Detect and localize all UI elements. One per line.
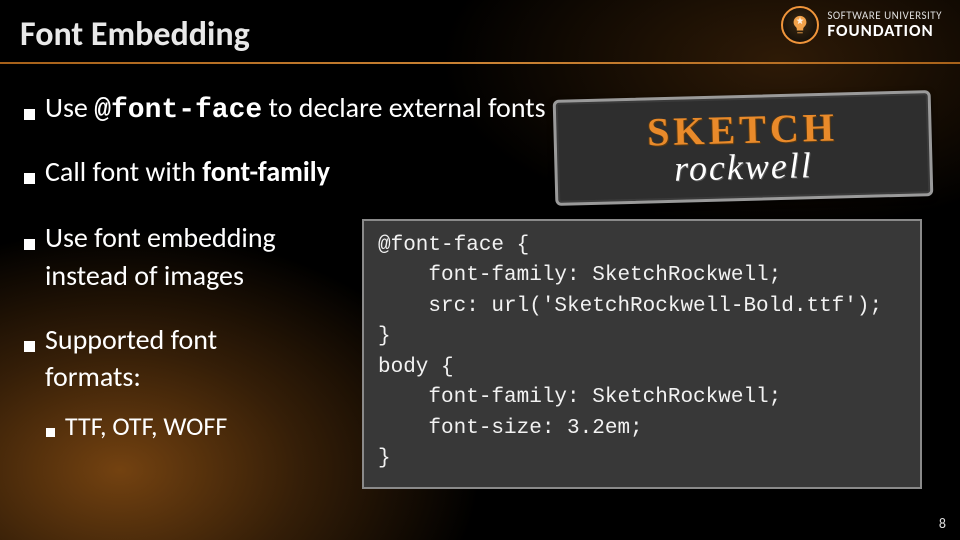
sketch-rockwell-graphic: SKETCH rockwell [553,90,934,206]
bullet-4-sub-text: TTF, OTF, WOFF [65,410,227,442]
bullet-1-code: @font-face [94,95,262,126]
bullet-3: Use font embedding instead of images [24,219,344,295]
page-number: 8 [939,515,946,532]
bullet-4-sub: TTF, OTF, WOFF [46,410,344,442]
bullet-4: Supported font formats: [24,321,344,397]
bullet-3-l1: Use font embedding [45,220,276,255]
brand-line2: FOUNDATION [827,22,942,40]
bullet-icon [24,341,35,352]
slide: Font Embedding SOFTWARE UNIVERSITY FOUND… [0,0,960,540]
bullet-2-pre: Call font with [45,154,202,189]
content-area: Use @font-face to declare external fonts… [24,84,936,520]
bullet-4-l1: Supported font [45,322,217,357]
bullet-3-l2: instead of images [45,258,244,293]
slide-title: Font Embedding [20,14,250,55]
right-column: SKETCH rockwell @font-face { font-family… [362,213,936,489]
bullet-4-l2: formats: [45,359,141,394]
bullet-2-bold: font-family [202,154,330,189]
bullet-1-pre: Use [45,90,94,125]
lightbulb-icon [781,6,819,44]
bullet-icon [46,428,55,437]
code-sample: @font-face { font-family: SketchRockwell… [362,219,922,489]
bullet-icon [24,239,35,250]
brand-logo: SOFTWARE UNIVERSITY FOUNDATION [781,6,942,44]
title-divider [0,62,960,64]
bullet-1-post: to declare external fonts [262,90,545,125]
sketch-line2: rockwell [674,147,814,187]
bullet-icon [24,173,35,184]
left-column: Use font embedding instead of images Sup… [24,213,344,489]
bullet-icon [24,109,35,120]
brand-text: SOFTWARE UNIVERSITY FOUNDATION [827,10,942,39]
